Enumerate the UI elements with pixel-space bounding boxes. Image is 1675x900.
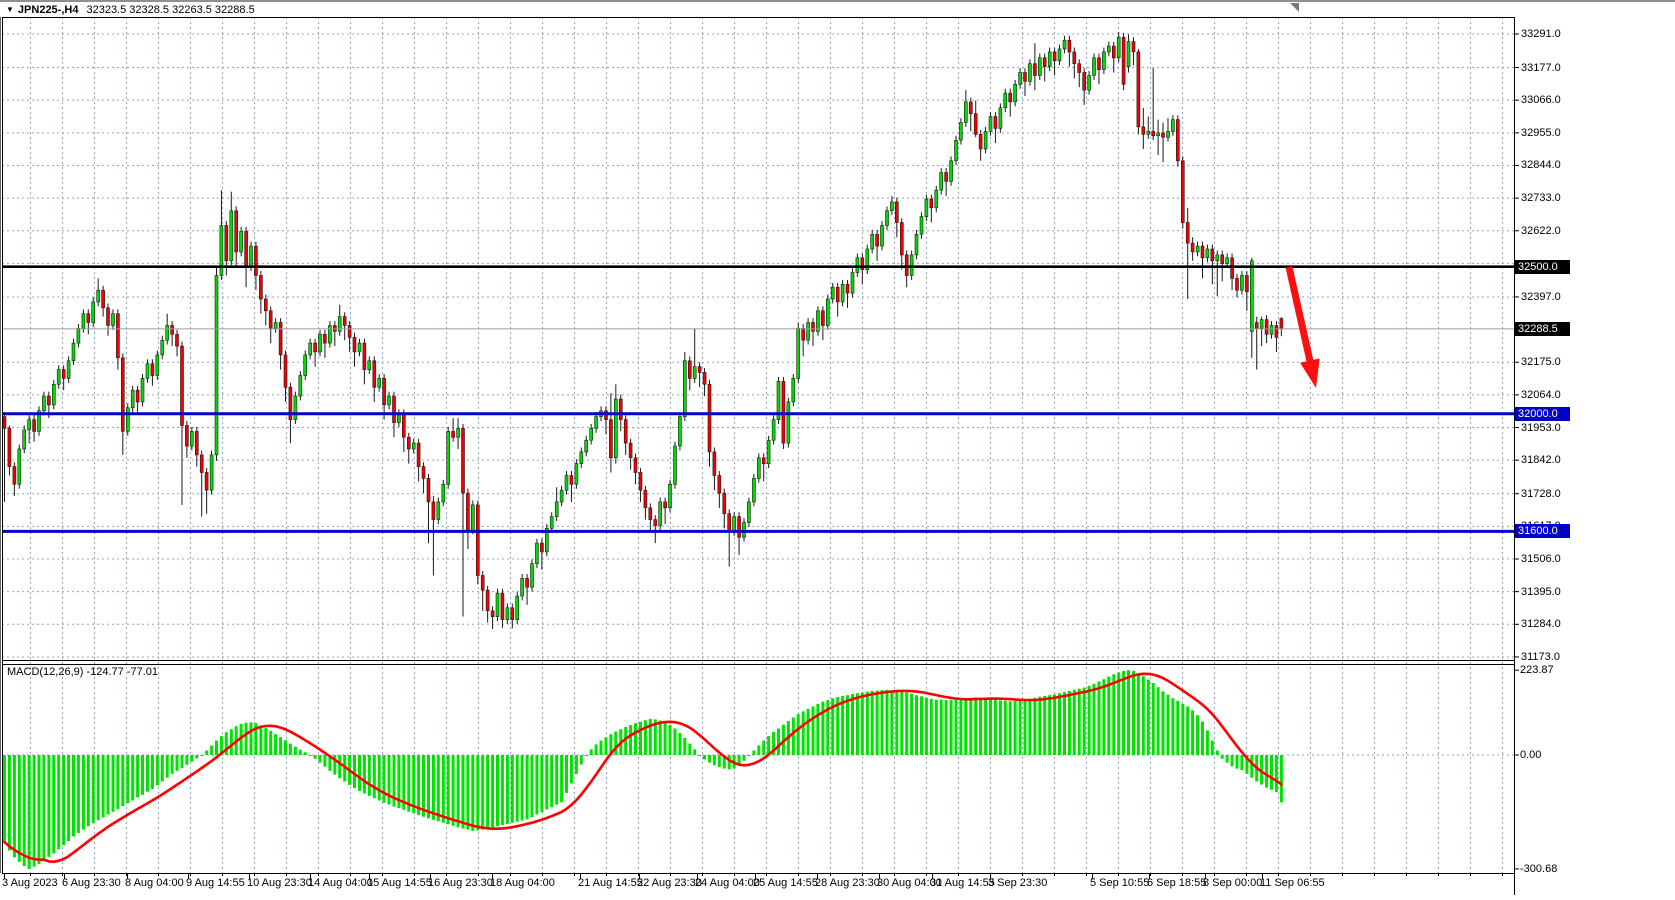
price-axis-label: 31953.0	[1521, 422, 1561, 434]
time-axis-label: 6 Aug 23:30	[62, 877, 121, 889]
price-axis-label: 31506.0	[1521, 553, 1561, 565]
price-chart-canvas[interactable]	[0, 0, 1675, 900]
price-axis-label: 31728.0	[1521, 488, 1561, 500]
time-axis-label: 22 Aug 23:30	[637, 877, 702, 889]
time-axis-label: 11 Sep 06:55	[1260, 877, 1325, 889]
price-axis-label: 32397.0	[1521, 291, 1561, 303]
price-line-label-32288.5: 32288.5	[1515, 322, 1570, 336]
time-axis-label: 24 Aug 04:00	[695, 877, 760, 889]
macd-indicator-label: MACD(12,26,9) -124.77 -77.01	[7, 666, 158, 678]
chart-frame	[3, 18, 1515, 874]
price-axis-label: 32622.0	[1521, 225, 1561, 237]
price-axis-label: 31173.0	[1521, 651, 1560, 663]
price-axis-label: 33066.0	[1521, 94, 1561, 106]
mt4-chart-window: ▼ JPN225-,H4 32323.5 32328.5 32263.5 32288…	[0, 0, 1675, 900]
macd-axis-label: -300.68	[1520, 863, 1557, 875]
time-axis-label: 6 Sep 18:55	[1147, 877, 1206, 889]
horizontal-line-objects[interactable]	[2, 267, 1514, 532]
symbol-dropdown-icon[interactable]: ▼	[6, 5, 14, 14]
time-axis-label: 15 Aug 14:55	[367, 877, 432, 889]
price-axis-label: 32064.0	[1521, 389, 1561, 401]
time-axis-label: 8 Aug 04:00	[125, 877, 184, 889]
time-axis-label: 9 Aug 14:55	[186, 877, 245, 889]
time-axis-label: 8 Sep 00:00	[1203, 877, 1262, 889]
candles	[3, 32, 1283, 629]
macd-axis-label: 0.00	[1520, 749, 1541, 761]
horizontal-gridlines	[2, 34, 1514, 755]
price-axis-label: 33291.0	[1521, 28, 1561, 40]
ohlc-readout: 32323.5 32328.5 32263.5 32288.5	[86, 4, 254, 16]
autoscroll-marker-icon[interactable]	[1290, 3, 1299, 12]
time-axis-label: 21 Aug 14:55	[578, 877, 643, 889]
symbol-ohlc-label: ▼ JPN225-,H4 32323.5 32328.5 32263.5 32288…	[6, 4, 255, 16]
price-axis-label: 31842.0	[1521, 454, 1561, 466]
macd-axis-label: 223.87	[1520, 664, 1554, 676]
time-axis-label: 16 Aug 23:30	[428, 877, 493, 889]
symbol-period-text: JPN225-,H4	[18, 4, 79, 16]
time-axis-label: 25 Aug 14:55	[753, 877, 818, 889]
price-axis-label: 31284.0	[1521, 618, 1561, 630]
price-line-label-32000.0: 32000.0	[1515, 407, 1570, 421]
price-axis-label: 32955.0	[1521, 127, 1561, 139]
time-axis-label: 5 Sep 10:55	[1090, 877, 1149, 889]
macd-histogram	[3, 670, 1283, 869]
price-line-label-31600.0: 31600.0	[1515, 524, 1570, 538]
down-arrow-annotation[interactable]	[1289, 267, 1320, 388]
price-axis-label: 32844.0	[1521, 159, 1561, 171]
price-axis-label: 32175.0	[1521, 356, 1561, 368]
price-axis-label: 32733.0	[1521, 192, 1561, 204]
price-axis-label: 31395.0	[1521, 586, 1561, 598]
price-line-label-32500.0: 32500.0	[1515, 260, 1570, 274]
time-axis-label: 18 Aug 04:00	[490, 877, 555, 889]
time-axis-label: 3 Aug 2023	[2, 877, 58, 889]
price-axis-label: 33177.0	[1521, 62, 1561, 74]
time-axis-label: 28 Aug 23:30	[815, 877, 880, 889]
time-axis-label: 10 Aug 23:30	[247, 877, 312, 889]
time-axis-label: 3 Sep 23:30	[988, 877, 1047, 889]
time-axis-label: 14 Aug 04:00	[308, 877, 373, 889]
time-axis-label: 31 Aug 14:55	[930, 877, 995, 889]
